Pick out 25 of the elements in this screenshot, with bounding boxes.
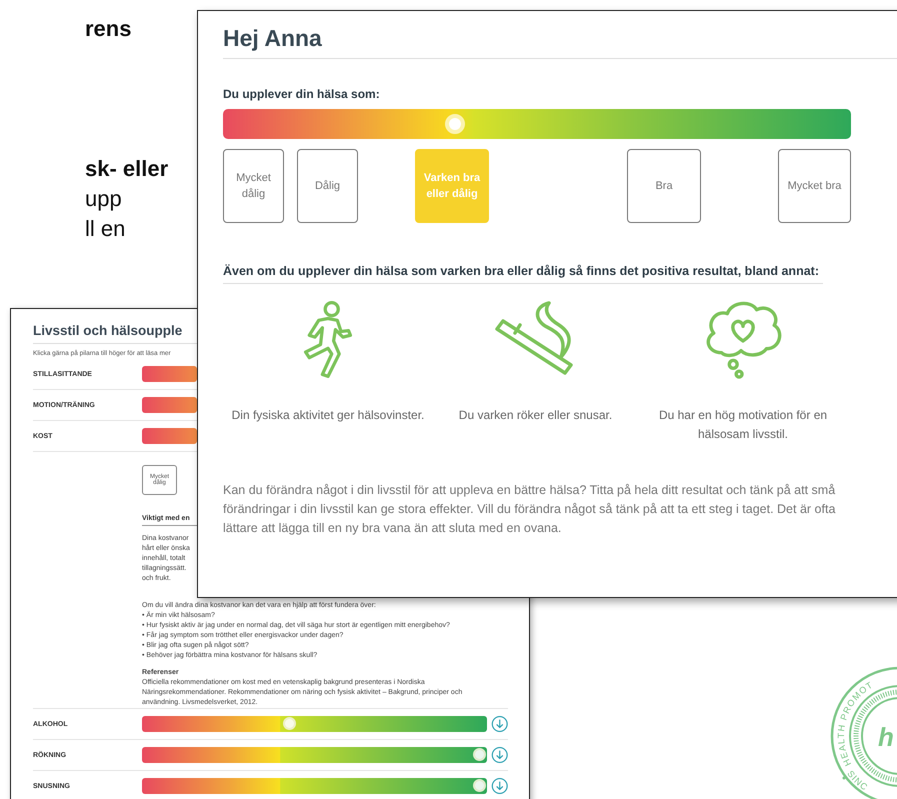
result-caption: Din fysiska aktivitet ger hälsovinster.	[232, 407, 424, 424]
rating-option[interactable]: Dålig	[297, 149, 358, 223]
slide-text: sk- eller	[85, 155, 168, 183]
advice-text: Kan du förändra något i din livsstil för att uppleva en bättre hälsa? Titta på hela ditt resultat och tänk på att små förändringar i din livsstil kan ge stora effekter. Vill du förändra något så tänk på att ta ett steg i taget. Det är ofta lättare att lägga till en ny bra vana än att sluta med en ovana.	[223, 482, 836, 538]
slide-text: rens	[85, 15, 132, 43]
section-heading: Även om du upplever din hälsa som varken bra eller dålig så finns det positiva resultat, bland annat:	[223, 263, 823, 284]
scale-thumb[interactable]	[283, 717, 296, 730]
rating-option[interactable]: Mycket bra	[778, 149, 851, 223]
result-caption: Du har en hög motivation för en hälsosam livsstil.	[658, 407, 828, 444]
scale-bar	[142, 428, 197, 444]
arrow-down-circle-icon[interactable]	[490, 777, 508, 795]
scale-bar	[142, 366, 197, 382]
arrow-down-circle-icon[interactable]	[490, 715, 508, 733]
slide-text: ll en	[85, 215, 126, 243]
page-title: Hej Anna	[223, 11, 897, 59]
scale-thumb[interactable]	[472, 748, 486, 761]
rating-option[interactable]: Mycket dålig	[223, 149, 284, 223]
result-caption: Du varken röker eller snusar.	[458, 407, 612, 424]
scale-bar	[142, 397, 197, 413]
rating-option[interactable]: Bra	[627, 149, 701, 223]
scale-thumb[interactable]	[445, 114, 466, 134]
scale-thumb[interactable]	[472, 779, 486, 792]
slide-text: upp	[85, 185, 123, 213]
question-label: Du upplever din hälsa som:	[223, 87, 381, 101]
arrow-down-circle-icon[interactable]	[490, 746, 508, 764]
